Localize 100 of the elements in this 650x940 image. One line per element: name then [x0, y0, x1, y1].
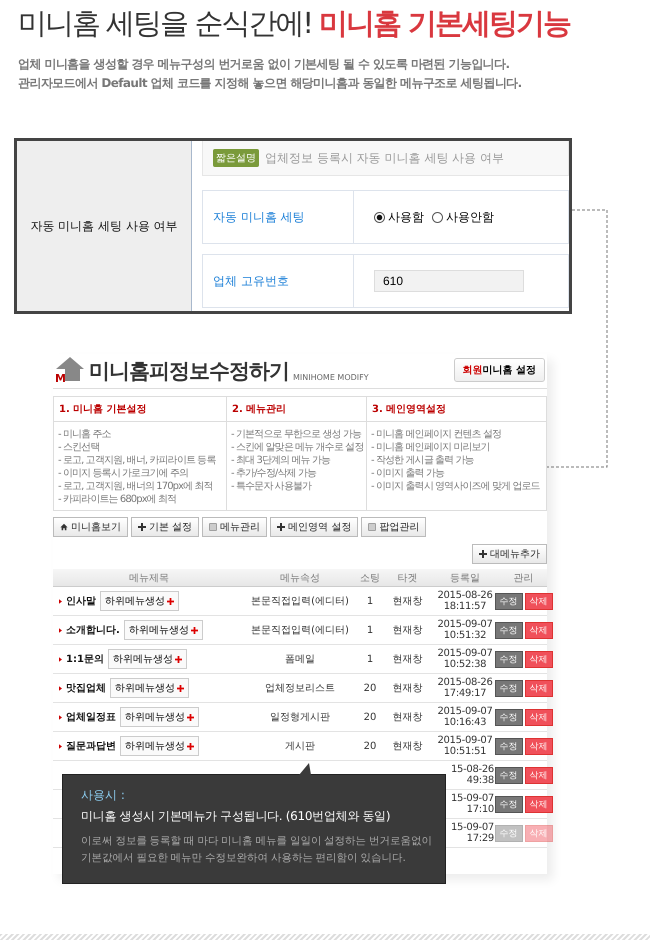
bullet-icon: [59, 656, 62, 662]
info-item: - 로고, 고객지원, 배너의 170px에 최적: [58, 480, 214, 493]
headline-text: 미니홈 세팅을 순식간에!: [18, 5, 312, 42]
page-title: 미니홈피정보수정하기: [89, 361, 289, 382]
section-title: 1. 미니홈 기본설정: [59, 404, 147, 415]
info-item: - 이미지 출력시 영역사이즈에 맞게 업로드: [371, 480, 541, 493]
delete-button[interactable]: 삭제: [524, 650, 552, 668]
edit-button[interactable]: 수정: [494, 622, 522, 638]
tooltip-main-text: 미니홈 생성시 기본메뉴가 구성됩니다. (610번업체와 동일): [81, 808, 392, 825]
info-item: - 이미지 등록시 가로크기에 주의: [58, 467, 190, 480]
delete-button[interactable]: 삭제: [524, 680, 552, 696]
menu-title: 질문과답변: [66, 740, 116, 753]
table-cell: 게시판: [245, 732, 355, 760]
table-cell: 20: [355, 702, 385, 732]
table-cell: 20: [355, 674, 385, 702]
add-menu-button[interactable]: 대메뉴추가: [472, 544, 547, 564]
table-cell: 20: [355, 732, 385, 760]
intro-text: 관리자모드에서 Default 업체 코드를 지정해 놓으면 해당미니홈과 동일한 메뉴구조로 세팅됩니다.: [18, 75, 523, 92]
delete-button[interactable]: 삭제: [524, 592, 552, 610]
delete-button[interactable]: 삭제: [524, 622, 552, 638]
column-header: 메뉴속성: [245, 569, 355, 586]
edit-button[interactable]: 수정: [494, 650, 522, 668]
submenu-button[interactable]: 하위메뉴생성: [108, 649, 187, 669]
toolbar-button[interactable]: 기본 설정: [131, 517, 200, 537]
bullet-icon: [59, 744, 62, 748]
info-item: - 스킨선택: [58, 441, 100, 454]
field-label: 업체 고유번호: [213, 272, 289, 290]
edit-button[interactable]: 수정: [494, 592, 522, 610]
table-cell: 폼메일: [245, 644, 355, 674]
plus-icon: [190, 626, 198, 634]
table-cell: 1: [355, 644, 385, 674]
page-icon: [368, 523, 376, 531]
toolbar-button[interactable]: 팝업관리: [361, 517, 426, 537]
column-header: 관리: [500, 569, 547, 586]
toolbar-button[interactable]: 미니홈보기: [53, 517, 128, 537]
settings-button[interactable]: 회원미니홈 설정: [454, 358, 545, 382]
info-item: - 미니홈 메인페이지 컨텐츠 설정: [371, 428, 502, 441]
intro-text: 업체 미니홈을 생성할 경우 메뉴구성의 번거로움 없이 기본세팅 될 수 있도록 마련된 기능입니다.: [18, 56, 510, 73]
headline-accent: 미니홈 기본세팅기능: [319, 5, 570, 42]
table-cell: 현재창: [385, 702, 430, 732]
plus-icon: [479, 550, 487, 558]
edit-button[interactable]: 수정: [494, 766, 522, 784]
delete-button[interactable]: 삭제: [524, 766, 552, 784]
info-item: - 미니홈 주소: [58, 428, 112, 441]
plus-icon: [277, 523, 286, 531]
plus-icon: [177, 684, 184, 692]
row-label: 자동 미니홈 세팅 사용 여부: [17, 141, 192, 311]
toolbar-button[interactable]: 메인영역 설정: [270, 517, 358, 537]
menu-title: 소개합니다.: [66, 624, 120, 637]
info-item: - 추가/수정/삭제 가능: [231, 467, 318, 480]
table-cell: 본문직접입력(에디터): [245, 586, 355, 616]
edit-button[interactable]: 수정: [494, 738, 522, 754]
edit-button[interactable]: 수정: [494, 708, 522, 726]
radio-option[interactable]: 사용함: [374, 208, 424, 226]
table-cell: 현재창: [385, 674, 430, 702]
description-badge: 짧은설명: [213, 149, 259, 167]
delete-button[interactable]: 삭제: [524, 738, 552, 754]
edit-button[interactable]: 수정: [494, 680, 522, 696]
info-item: - 카피라이트는 680px에 최적: [58, 493, 178, 506]
section-title: 2. 메뉴관리: [232, 404, 286, 415]
table-cell: 현재창: [385, 586, 430, 616]
edit-button[interactable]: 수정: [494, 796, 522, 812]
submenu-button[interactable]: 하위메뉴생성: [120, 736, 199, 756]
delete-button[interactable]: 삭제: [524, 708, 552, 726]
menu-title: 인사말: [66, 595, 96, 608]
house-logo-icon: M: [55, 356, 85, 382]
table-cell: 1: [355, 586, 385, 616]
section-title: 3. 메인영역설정: [372, 404, 446, 415]
table-cell: 일정형게시판: [245, 702, 355, 732]
delete-button[interactable]: 삭제: [524, 796, 552, 812]
plus-icon: [174, 656, 182, 662]
submenu-button[interactable]: 하위메뉴생성: [100, 591, 179, 611]
table-cell: 현재창: [385, 616, 430, 644]
info-item: - 특수문자 사용불가: [231, 480, 313, 493]
submenu-button[interactable]: 하위메뉴생성: [124, 620, 203, 640]
column-header: 타겟: [385, 569, 430, 586]
info-item: - 스킨에 알맞은 메뉴 개수로 설정: [231, 441, 362, 454]
plus-icon: [187, 742, 194, 750]
bullet-icon: [59, 598, 62, 604]
bullet-icon: [59, 628, 62, 632]
input-field[interactable]: 610: [374, 270, 524, 292]
table-cell: 본문직접입력(에디터): [245, 616, 355, 644]
toolbar-button[interactable]: 메뉴관리: [202, 517, 268, 537]
tooltip-heading: 사용시 :: [81, 787, 126, 804]
home-icon: [60, 523, 68, 531]
radio-option[interactable]: 사용안함: [432, 208, 494, 226]
bullet-icon: [59, 686, 62, 690]
submenu-button[interactable]: 하위메뉴생성: [120, 707, 199, 727]
plus-icon: [138, 523, 146, 531]
submenu-button[interactable]: 하위메뉴생성: [110, 678, 189, 698]
table-cell: 현재창: [385, 732, 430, 760]
page-icon: [209, 523, 218, 531]
info-item: - 작성한 게시글 출력 가능: [371, 454, 475, 467]
info-item: - 미니홈 메인페이지 미리보기: [371, 441, 491, 454]
info-item: - 이미지 출력 가능: [371, 467, 446, 480]
table-cell: 1: [355, 616, 385, 644]
column-header: 등록일: [430, 569, 500, 586]
tooltip-detail-text: 기본값에서 필요한 메뉴만 수정보완하여 사용하는 편리함이 있습니다.: [81, 851, 406, 866]
column-header: 메뉴제목: [53, 569, 245, 586]
column-header: 소팅: [355, 569, 385, 586]
